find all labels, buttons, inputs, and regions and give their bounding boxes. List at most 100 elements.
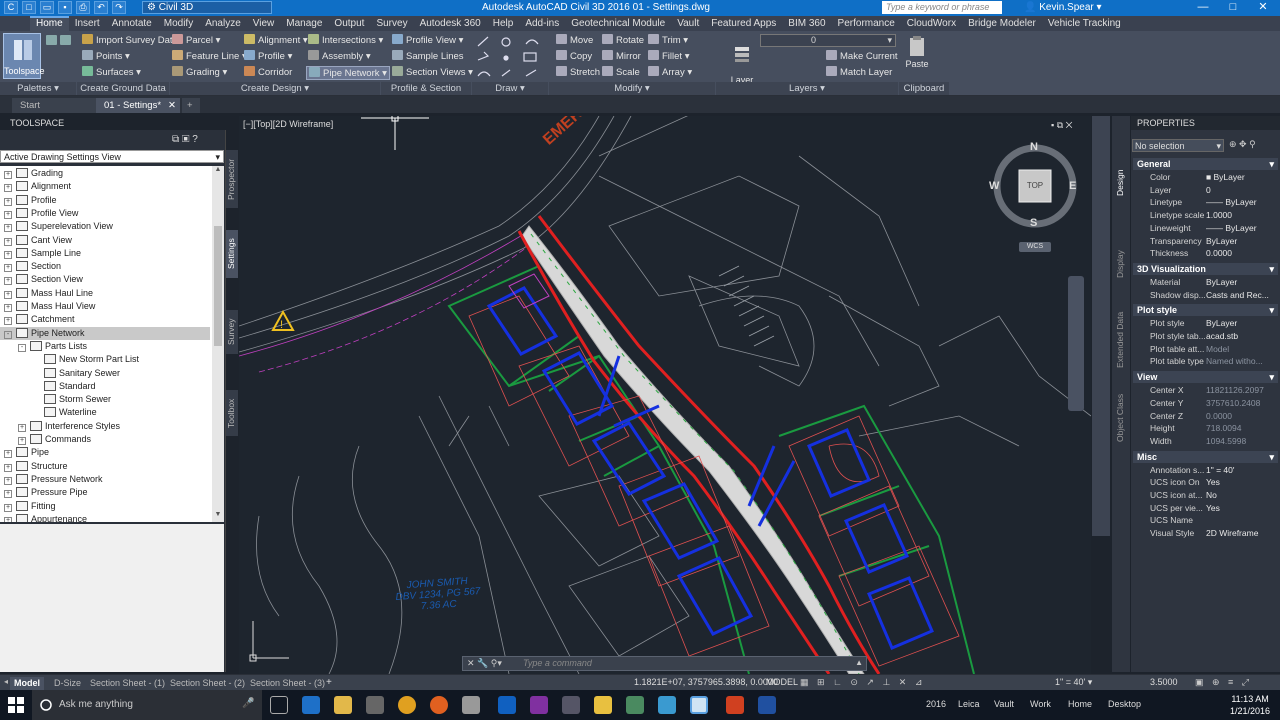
app-icon-1[interactable] — [462, 696, 480, 714]
collapse-section-icon[interactable]: ▾ — [1269, 158, 1274, 170]
ribbon-tab-view[interactable]: View — [247, 16, 281, 31]
make-current-button[interactable]: Make Current — [826, 50, 898, 64]
stretch-button[interactable]: Stretch — [556, 66, 600, 80]
help-search-input[interactable]: Type a keyword or phrase — [882, 1, 1002, 14]
property-row[interactable]: Plot table type Named witho... — [1133, 355, 1278, 368]
trim-button[interactable]: Trim ▾ — [648, 34, 688, 48]
property-row[interactable]: Width 1094.5998 — [1133, 435, 1278, 448]
minimize-button[interactable]: — — [1188, 0, 1218, 16]
ribbon-tab-insert[interactable]: Insert — [69, 16, 106, 31]
scale-button[interactable]: Scale — [602, 66, 640, 80]
ribbon-tab-bim-360[interactable]: BIM 360 — [782, 16, 831, 31]
property-row[interactable]: Transparency ByLayer — [1133, 235, 1278, 248]
chrome-icon[interactable] — [398, 696, 416, 714]
properties-section-header[interactable]: Misc ▾ — [1133, 450, 1278, 463]
property-row[interactable]: Annotation s... 1" = 40' — [1133, 464, 1278, 477]
tree-node[interactable]: + Mass Haul View — [4, 300, 95, 313]
ribbon-tab-vehicle-tracking[interactable]: Vehicle Tracking — [1042, 16, 1127, 31]
panel-palettes[interactable]: Palettes ▾ — [0, 82, 76, 95]
ribbon-tab-bridge-modeler[interactable]: Bridge Modeler — [962, 16, 1042, 31]
ribbon-tab-output[interactable]: Output — [328, 16, 370, 31]
assembly-button[interactable]: Assembly ▾ — [308, 50, 371, 64]
panel-create-design[interactable]: Create Design ▾ — [170, 82, 380, 95]
draw-tools-icons[interactable] — [474, 34, 544, 80]
cortana-search[interactable]: Ask me anything 🎤 — [32, 690, 262, 720]
expand-icon[interactable]: + — [4, 516, 12, 522]
microphone-icon[interactable]: 🎤 — [242, 698, 254, 709]
new-layout-button[interactable]: + — [326, 677, 332, 688]
expand-icon[interactable]: + — [18, 423, 26, 432]
panel-draw[interactable]: Draw ▾ — [472, 82, 548, 95]
store-icon[interactable] — [366, 696, 384, 714]
properties-section-header[interactable]: 3D Visualization ▾ — [1133, 262, 1278, 275]
property-row[interactable]: Linetype scale 1.0000 — [1133, 209, 1278, 222]
tree-node[interactable]: + Alignment — [4, 180, 71, 193]
tree-node[interactable]: + Fitting — [4, 500, 56, 513]
lineweight-value[interactable]: 3.5000 — [1150, 677, 1178, 687]
expand-icon[interactable]: + — [4, 463, 12, 472]
property-row[interactable]: Plot style tab... acad.stb — [1133, 330, 1278, 343]
maximize-button[interactable]: □ — [1218, 0, 1248, 16]
tree-node[interactable]: + Pipe — [4, 446, 49, 459]
expand-icon[interactable]: + — [18, 437, 26, 445]
system-clock[interactable]: 11:13 AM 1/21/2016 — [1230, 693, 1270, 717]
warning-icon[interactable]: ! — [271, 309, 295, 331]
tree-node[interactable]: + Pressure Network — [4, 473, 103, 486]
collapse-section-icon[interactable]: ▾ — [1269, 371, 1274, 383]
tree-node[interactable]: + Structure — [4, 460, 68, 473]
tree-node[interactable]: + Sample Line — [4, 247, 81, 260]
collapse-icon[interactable]: - — [18, 343, 26, 352]
expand-icon[interactable]: + — [4, 290, 12, 299]
property-row[interactable]: Thickness 0.0000 — [1133, 247, 1278, 260]
tree-node[interactable]: + Section — [4, 260, 61, 273]
toolspace-view-select[interactable]: Active Drawing Settings View ▾ — [0, 150, 224, 163]
properties-section-header[interactable]: View ▾ — [1133, 371, 1278, 384]
property-row[interactable]: Height 718.0094 — [1133, 422, 1278, 435]
ptab-extended-data[interactable]: Extended Data — [1115, 304, 1127, 368]
viewport-window-controls[interactable]: ▪ ⧉ ✕ — [1051, 120, 1072, 131]
panel-modify[interactable]: Modify ▾ — [549, 82, 715, 95]
profile-button[interactable]: Profile ▾ — [244, 50, 292, 64]
rotate-button[interactable]: Rotate — [602, 34, 644, 48]
ribbon-tab-autodesk-360[interactable]: Autodesk 360 — [414, 16, 487, 31]
expand-icon[interactable]: + — [4, 210, 12, 219]
toolspace-button[interactable]: Toolspace — [3, 33, 45, 79]
close-button[interactable]: ✕ — [1248, 0, 1278, 16]
app-icon-5[interactable] — [658, 696, 676, 714]
property-row[interactable]: Linetype —— ByLayer — [1133, 196, 1278, 209]
array-button[interactable]: Array ▾ — [648, 66, 692, 80]
palette-icons[interactable] — [46, 35, 74, 49]
collapse-icon[interactable]: - — [4, 330, 12, 339]
property-row[interactable]: Center Z 0.0000 — [1133, 410, 1278, 423]
workspace-select[interactable]: ⚙ Civil 3D — [142, 1, 272, 14]
command-line-icons[interactable]: ✕ 🔧 ⚲▾ — [467, 658, 502, 669]
ribbon-tab-help[interactable]: Help — [487, 16, 520, 31]
vtab-survey[interactable]: Survey — [226, 310, 238, 354]
ribbon-tab-vault[interactable]: Vault — [671, 16, 705, 31]
ptab-object-class[interactable]: Object Class — [1115, 386, 1127, 442]
layout-tab[interactable]: Model — [10, 677, 44, 690]
ribbon-tab-annotate[interactable]: Annotate — [106, 16, 158, 31]
tree-node[interactable]: - Parts Lists — [18, 340, 87, 353]
expand-icon[interactable]: + — [4, 317, 12, 326]
layer-properties-button[interactable]: Layer Properties — [716, 35, 758, 95]
tree-node[interactable]: - Pipe Network — [0, 326, 210, 340]
tree-scrollbar[interactable]: ▲ ▼ — [212, 166, 224, 522]
expand-icon[interactable]: + — [4, 490, 12, 499]
tree-node[interactable]: + Cant View — [4, 234, 72, 247]
copy-button[interactable]: Copy — [556, 50, 592, 64]
new-tab-button[interactable]: + — [182, 98, 200, 113]
fillet-button[interactable]: Fillet ▾ — [648, 50, 689, 64]
powerpoint-icon[interactable] — [726, 696, 744, 714]
tray-toolbar-item[interactable]: Home — [1068, 699, 1092, 709]
property-row[interactable]: Layer 0 — [1133, 184, 1278, 197]
match-layer-button[interactable]: Match Layer — [826, 66, 892, 80]
properties-section-header[interactable]: Plot style ▾ — [1133, 304, 1278, 317]
move-button[interactable]: Move — [556, 34, 593, 48]
tree-node[interactable]: + Grading — [4, 167, 63, 180]
drawing-area[interactable]: ! EMERS JOHN SMITH DBV 1234, PG 567 7.36… — [239, 116, 1091, 674]
windows-start-icon[interactable] — [8, 697, 24, 713]
outlook-icon[interactable] — [498, 696, 516, 714]
ribbon-tab-manage[interactable]: Manage — [280, 16, 328, 31]
expand-icon[interactable]: + — [4, 184, 12, 193]
